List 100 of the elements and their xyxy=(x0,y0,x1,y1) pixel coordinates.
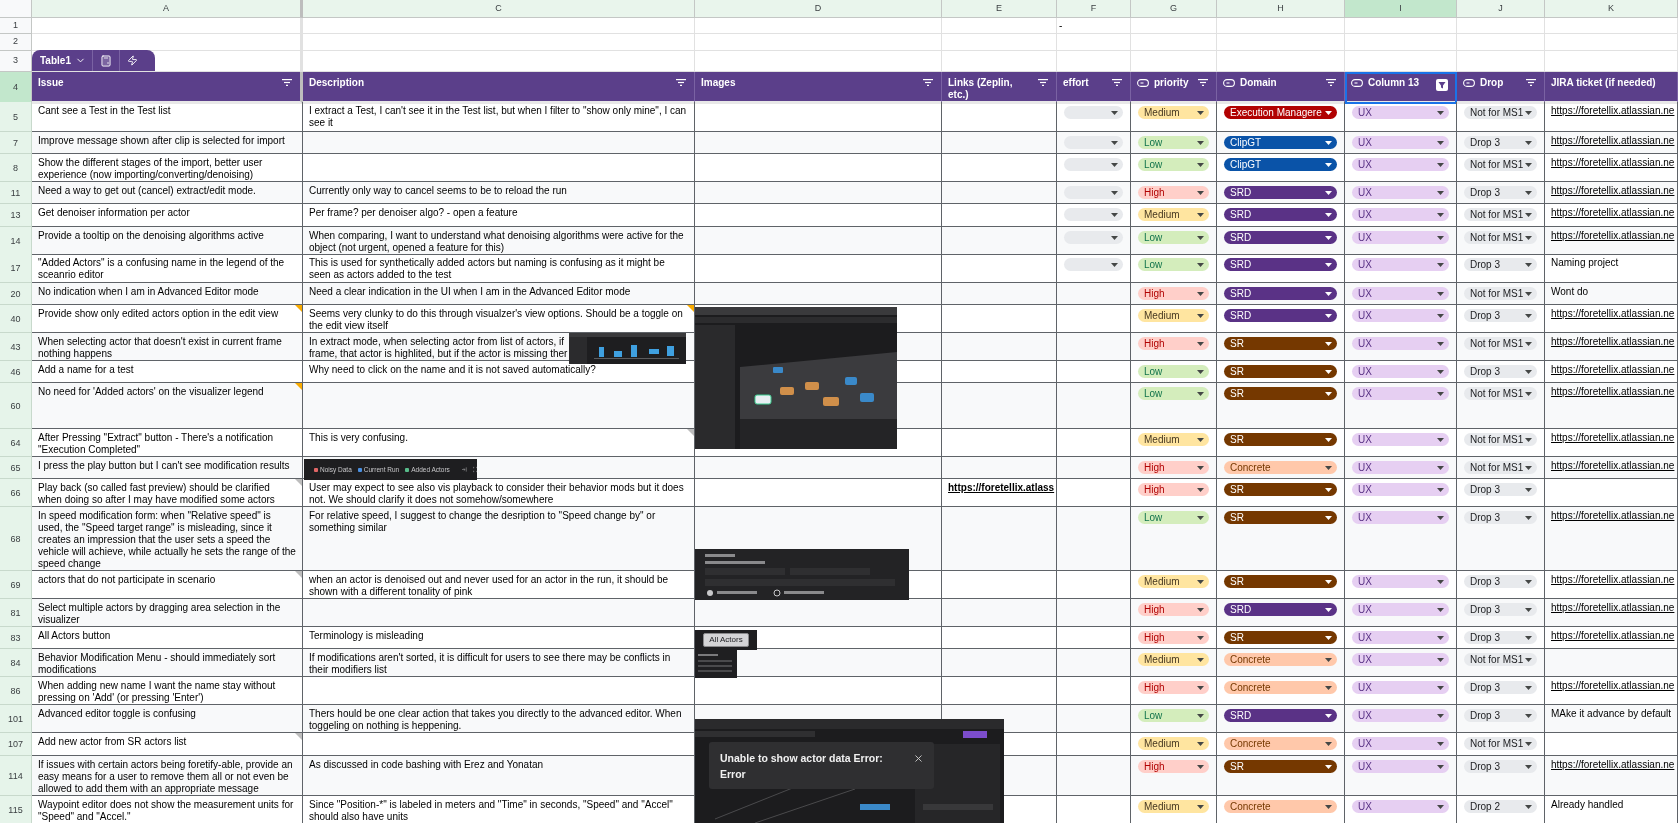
row-number[interactable]: 115 xyxy=(0,796,32,823)
dropdown-chip[interactable]: UX xyxy=(1352,208,1449,221)
dropdown-chip[interactable]: UX xyxy=(1352,511,1449,524)
dropdown-chip[interactable]: UX xyxy=(1352,433,1449,446)
row-number[interactable]: 13 xyxy=(0,204,32,227)
dropdown-chip[interactable]: Drop 3 xyxy=(1464,365,1537,378)
dropdown-chip[interactable]: Low xyxy=(1138,158,1209,171)
dropdown-chip[interactable]: Not for MS1 xyxy=(1464,287,1537,300)
table-name-button[interactable]: Table1 xyxy=(32,50,93,71)
dropdown-chip[interactable]: SR xyxy=(1224,575,1337,588)
row-number[interactable]: 66 xyxy=(0,479,32,507)
dropdown-chip[interactable]: SR xyxy=(1224,387,1337,400)
filter-icon[interactable] xyxy=(1326,79,1336,86)
dropdown-chip[interactable]: SRD xyxy=(1224,186,1337,199)
row-number[interactable]: 107 xyxy=(0,733,32,756)
jira-link[interactable]: https://foretellix.atlassian.ne xyxy=(1551,308,1675,319)
row-number[interactable]: 1 xyxy=(0,18,32,34)
column-letter[interactable]: C xyxy=(303,0,695,18)
dropdown-chip[interactable]: Drop 3 xyxy=(1464,709,1537,722)
dropdown-chip[interactable]: Not for MS1 xyxy=(1464,653,1537,666)
dropdown-chip[interactable]: UX xyxy=(1352,186,1449,199)
row-number[interactable]: 69 xyxy=(0,571,32,599)
jira-link[interactable]: https://foretellix.atlassian.ne xyxy=(1551,432,1675,443)
filter-icon[interactable] xyxy=(676,79,686,86)
dropdown-chip[interactable]: Drop 3 xyxy=(1464,631,1537,644)
dropdown-chip[interactable]: Not for MS1 xyxy=(1464,158,1537,171)
dropdown-chip[interactable]: Concrete xyxy=(1224,800,1337,813)
jira-link[interactable]: https://foretellix.atlassian.ne xyxy=(1551,207,1675,218)
dropdown-chip[interactable]: Not for MS1 xyxy=(1464,387,1537,400)
dropdown-chip[interactable]: UX xyxy=(1352,603,1449,616)
row-number[interactable]: 11 xyxy=(0,182,32,204)
column-header[interactable]: JIRA ticket (if needed) xyxy=(1545,72,1678,104)
row-number[interactable]: 17 xyxy=(0,254,32,283)
filter-icon[interactable] xyxy=(1436,79,1448,91)
jira-link[interactable]: https://foretellix.atlassian.ne xyxy=(1551,157,1675,168)
dropdown-chip[interactable]: Medium xyxy=(1138,106,1209,119)
corner-cell[interactable] xyxy=(0,0,32,18)
dropdown-chip[interactable]: ClipGT xyxy=(1224,158,1337,171)
column-header[interactable]: priority xyxy=(1131,72,1217,104)
dropdown-chip[interactable]: UX xyxy=(1352,461,1449,474)
jira-link[interactable]: https://foretellix.atlassian.ne xyxy=(1551,135,1675,146)
dropdown-chip[interactable]: Not for MS1 xyxy=(1464,737,1537,750)
jira-link[interactable]: https://foretellix.atlassian.ne xyxy=(1551,680,1675,691)
row-number[interactable]: 84 xyxy=(0,649,32,677)
dropdown-chip[interactable]: High xyxy=(1138,287,1209,300)
jira-link[interactable]: https://foretellix.atlassian.ne xyxy=(1551,759,1675,770)
dropdown-chip[interactable]: SR xyxy=(1224,433,1337,446)
dropdown-chip[interactable]: High xyxy=(1138,186,1209,199)
dropdown-chip[interactable]: Drop 3 xyxy=(1464,603,1537,616)
dropdown-chip[interactable]: Low xyxy=(1138,258,1209,271)
dropdown-chip[interactable]: Drop 2 xyxy=(1464,800,1537,813)
dropdown-chip[interactable]: Drop 3 xyxy=(1464,681,1537,694)
dropdown-chip[interactable]: SR xyxy=(1224,365,1337,378)
dropdown-chip[interactable]: High xyxy=(1138,681,1209,694)
row-number[interactable]: 114 xyxy=(0,756,32,796)
dropdown-chip[interactable]: UX xyxy=(1352,387,1449,400)
column-letter[interactable]: K xyxy=(1545,0,1678,18)
filter-icon[interactable] xyxy=(1526,79,1536,86)
dropdown-chip[interactable]: UX xyxy=(1352,309,1449,322)
actors-button[interactable]: All Actors xyxy=(703,633,749,647)
jira-link[interactable]: https://foretellix.atlassian.ne xyxy=(1551,364,1675,375)
dropdown-chip[interactable]: Concrete xyxy=(1224,737,1337,750)
dropdown-chip[interactable]: UX xyxy=(1352,709,1449,722)
row-number[interactable]: 5 xyxy=(0,102,32,132)
row-number[interactable]: 2 xyxy=(0,34,32,51)
dropdown-chip[interactable]: SRD xyxy=(1224,208,1337,221)
dropdown-chip[interactable]: Drop 3 xyxy=(1464,483,1537,496)
column-letter[interactable]: D xyxy=(695,0,942,18)
row-number[interactable]: 46 xyxy=(0,361,32,383)
dropdown-chip[interactable]: Not for MS1 xyxy=(1464,231,1537,244)
column-letter[interactable]: H xyxy=(1217,0,1345,18)
column-header[interactable]: Links (Zeplin, etc.) xyxy=(942,72,1057,104)
dropdown-chip[interactable]: Medium xyxy=(1138,309,1209,322)
dropdown-chip[interactable]: Low xyxy=(1138,387,1209,400)
row-number[interactable]: 83 xyxy=(0,627,32,649)
dropdown-chip[interactable]: Drop 3 xyxy=(1464,258,1537,271)
dropdown-chip[interactable]: Drop 3 xyxy=(1464,760,1537,773)
column-header[interactable]: Domain xyxy=(1217,72,1345,104)
column-header[interactable]: Column 13 xyxy=(1345,72,1457,104)
dropdown-chip[interactable]: SR xyxy=(1224,760,1337,773)
column-header[interactable]: Issue xyxy=(32,72,303,104)
column-letter[interactable]: J xyxy=(1457,0,1545,18)
row-number[interactable]: 20 xyxy=(0,283,32,305)
dropdown-chip[interactable]: Concrete xyxy=(1224,461,1337,474)
dropdown-chip[interactable]: High xyxy=(1138,631,1209,644)
close-icon[interactable] xyxy=(913,753,924,764)
dropdown-chip[interactable]: UX xyxy=(1352,231,1449,244)
jira-link[interactable]: https://foretellix.atlassian.ne xyxy=(1551,510,1675,521)
column-header[interactable]: Description xyxy=(303,72,695,104)
filter-icon[interactable] xyxy=(282,79,292,86)
dropdown-chip[interactable]: Low xyxy=(1138,709,1209,722)
dropdown-chip[interactable]: UX xyxy=(1352,800,1449,813)
dropdown-chip[interactable]: Not for MS1 xyxy=(1464,461,1537,474)
column-letter[interactable]: A xyxy=(32,0,303,18)
link[interactable]: https://foretellix.atlass xyxy=(948,482,1055,493)
dropdown-chip[interactable]: SR xyxy=(1224,337,1337,350)
row-number[interactable]: 86 xyxy=(0,677,32,705)
dropdown-chip[interactable]: Not for MS1 xyxy=(1464,106,1537,119)
dropdown-chip[interactable]: Medium xyxy=(1138,800,1209,813)
column-letter[interactable]: F xyxy=(1057,0,1131,18)
